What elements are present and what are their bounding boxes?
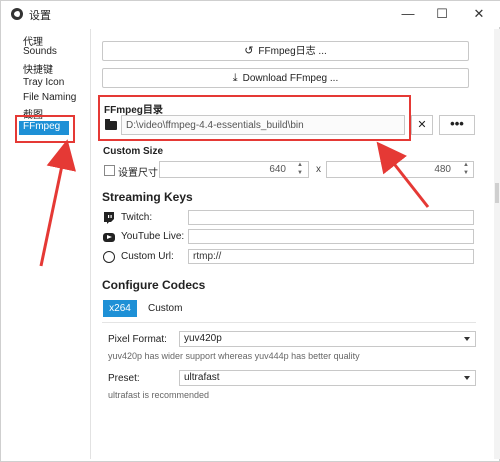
- sidebar-item-file-naming[interactable]: File Naming: [23, 92, 76, 106]
- preset-label: Preset:: [108, 373, 140, 384]
- annotation-box-sidebar: [15, 115, 75, 143]
- close-button[interactable]: ✕: [462, 1, 496, 27]
- settings-content: ↺ FFmpeg日志 ... ⤓ Download FFmpeg ... FFmpe…: [94, 29, 494, 459]
- minimize-button[interactable]: —: [391, 1, 425, 27]
- height-stepper[interactable]: ▲ ▼: [460, 161, 472, 178]
- twitch-key-input[interactable]: [188, 210, 474, 225]
- preset-select[interactable]: ultrafast: [179, 370, 476, 386]
- download-ffmpeg-button[interactable]: ⤓ Download FFmpeg ...: [102, 68, 469, 88]
- size-separator: x: [316, 164, 321, 175]
- chevron-down-icon: [464, 337, 470, 341]
- configure-codecs-heading: Configure Codecs: [102, 278, 206, 292]
- sidebar: 代理 Sounds 快捷键 Tray Icon File Naming 截图 F…: [1, 29, 91, 459]
- height-input[interactable]: 480: [326, 161, 474, 178]
- folder-icon: [105, 119, 117, 130]
- title-bar: 设置 — ☐ ✕: [1, 1, 500, 27]
- pixel-format-value: yuv420p: [184, 333, 222, 344]
- youtube-icon: [103, 233, 115, 242]
- download-ffmpeg-label: Download FFmpeg ...: [242, 73, 339, 84]
- history-icon: ↺: [244, 45, 254, 57]
- tab-x264[interactable]: x264: [103, 300, 137, 317]
- ffmpeg-dir-label: FFmpeg目录: [104, 105, 163, 116]
- sidebar-item-hotkeys[interactable]: 快捷键: [23, 61, 53, 76]
- app-icon: [11, 8, 23, 20]
- custom-size-checkbox-label: 设置尺寸: [118, 168, 158, 179]
- ffmpeg-log-label: FFmpeg日志 ...: [258, 46, 327, 57]
- custom-url-input[interactable]: rtmp://: [188, 249, 474, 264]
- sidebar-item-sounds[interactable]: Sounds: [23, 46, 57, 60]
- globe-icon: [103, 251, 115, 263]
- ffmpeg-path-input[interactable]: [121, 115, 405, 135]
- clear-path-button[interactable]: ✕: [411, 115, 433, 135]
- twitch-label: Twitch:: [121, 212, 153, 223]
- pixel-format-hint: yuv420p has wider support whereas yuv444…: [108, 351, 360, 361]
- custom-size-heading: Custom Size: [103, 146, 164, 157]
- download-icon: ⤓: [232, 72, 238, 84]
- preset-hint: ultrafast is recommended: [108, 390, 210, 400]
- sidebar-item-tray-icon[interactable]: Tray Icon: [23, 77, 64, 91]
- preset-value: ultrafast: [184, 372, 220, 383]
- custom-size-checkbox[interactable]: [104, 165, 115, 176]
- browse-button[interactable]: •••: [439, 115, 475, 135]
- pixel-format-label: Pixel Format:: [108, 334, 167, 345]
- sidebar-item-proxy[interactable]: 代理: [23, 33, 43, 48]
- width-stepper[interactable]: ▲ ▼: [294, 161, 306, 178]
- youtube-label: YouTube Live:: [121, 231, 185, 242]
- scrollbar-thumb[interactable]: [495, 183, 499, 203]
- settings-window: 设置 — ☐ ✕ 代理 Sounds 快捷键 Tray Icon File Na…: [0, 0, 500, 462]
- width-input[interactable]: 640: [159, 161, 309, 178]
- ffmpeg-log-button[interactable]: ↺ FFmpeg日志 ...: [102, 41, 469, 61]
- scrollbar-track[interactable]: [494, 29, 500, 459]
- streaming-keys-heading: Streaming Keys: [102, 190, 193, 204]
- maximize-button[interactable]: ☐: [425, 1, 459, 27]
- youtube-key-input[interactable]: [188, 229, 474, 244]
- chevron-down-icon: [464, 376, 470, 380]
- custom-url-label: Custom Url:: [121, 251, 174, 262]
- twitch-icon: [103, 212, 115, 224]
- pixel-format-select[interactable]: yuv420p: [179, 331, 476, 347]
- window-title: 设置: [29, 10, 51, 22]
- codec-panel: Pixel Format: yuv420p yuv420p has wider …: [102, 322, 476, 438]
- tab-custom[interactable]: Custom: [148, 303, 182, 314]
